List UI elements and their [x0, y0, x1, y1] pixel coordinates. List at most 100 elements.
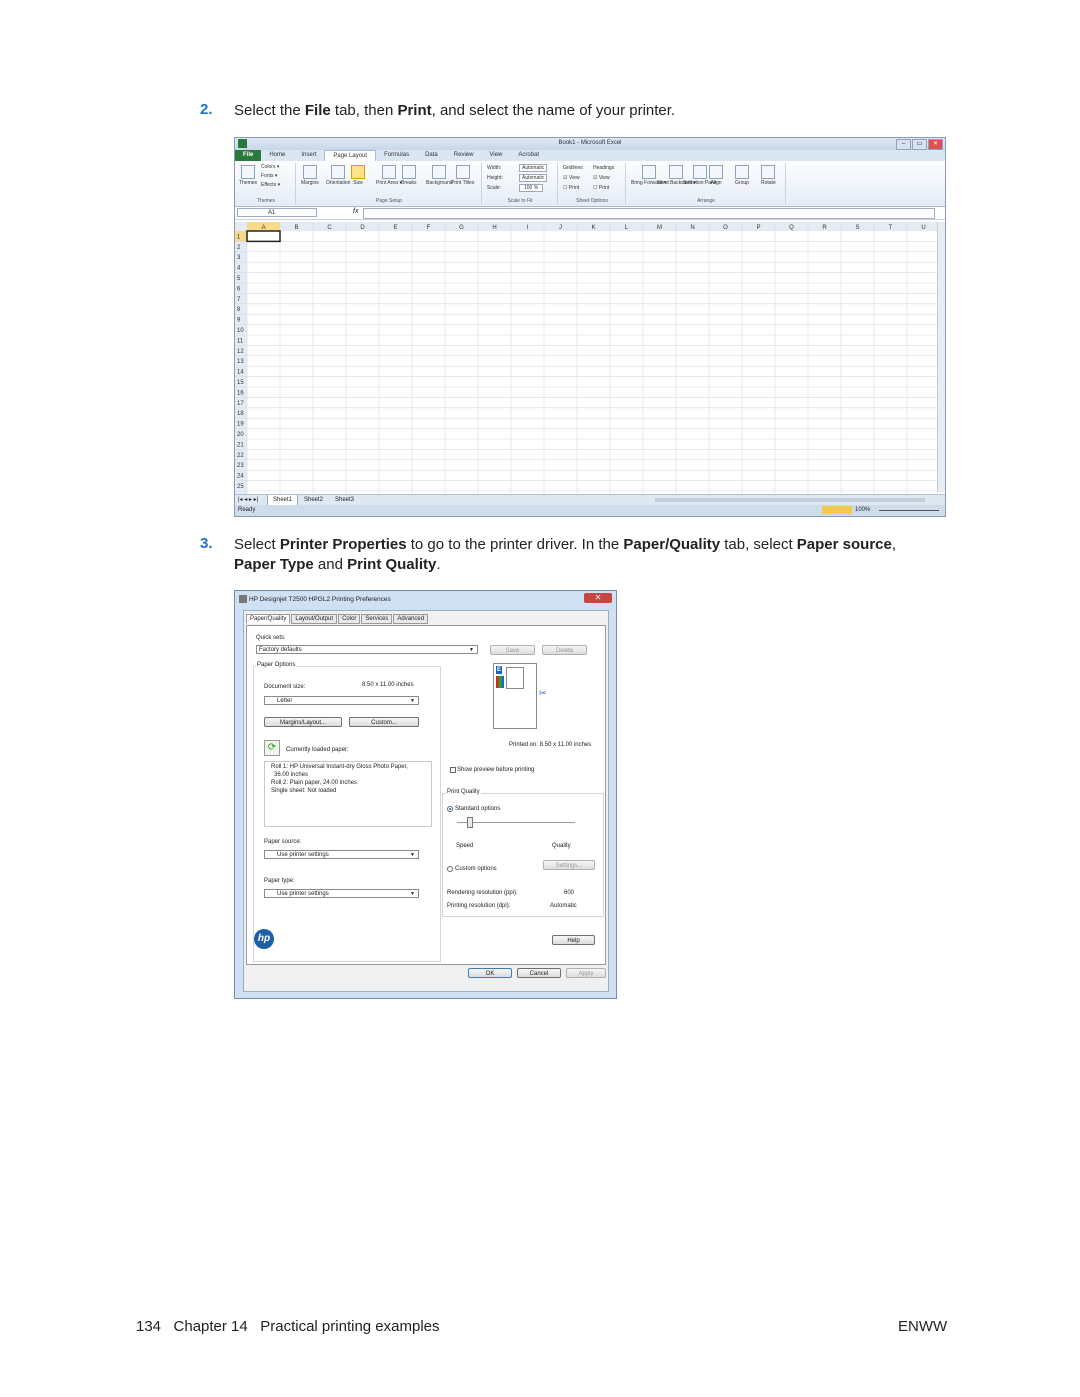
- maximize-icon[interactable]: ▭: [912, 139, 927, 150]
- width-select[interactable]: Automatic: [519, 164, 548, 172]
- column-header-T: T: [889, 225, 893, 231]
- step-3-segment: Printer Properties: [279, 536, 407, 553]
- ribbon-tab-home[interactable]: Home: [261, 150, 293, 161]
- settings-button[interactable]: Settings...: [543, 860, 595, 870]
- status-ready: Ready: [238, 507, 256, 513]
- excel-ribbon-tabs: File Home Insert Page Layout Formulas Data Rev…: [235, 150, 945, 161]
- column-header-K: K: [591, 225, 595, 231]
- minimize-icon[interactable]: –: [896, 139, 911, 150]
- document-size-value: 8.50 x 11.00 inches: [362, 682, 414, 688]
- dialog-close-button[interactable]: ✕: [584, 593, 612, 603]
- page-setup-size-button[interactable]: Size: [351, 165, 365, 186]
- dialog-body: Paper/Quality Layout/Output Color Servic…: [243, 610, 609, 992]
- step-2-segment: Print: [397, 102, 432, 119]
- printing-resolution-label: Printing resolution (dpi):: [447, 903, 511, 909]
- save-button[interactable]: Save: [490, 645, 535, 655]
- ribbon-tab-formulas[interactable]: Formulas: [376, 150, 417, 161]
- horizontal-scrollbar[interactable]: [655, 498, 925, 502]
- page-setup-background-button[interactable]: Background: [426, 165, 453, 186]
- cancel-button[interactable]: Cancel: [517, 968, 561, 978]
- quality-label: Quality: [552, 843, 571, 849]
- ribbon-tab-insert[interactable]: Insert: [293, 150, 324, 161]
- column-header-C: C: [327, 225, 332, 231]
- name-box[interactable]: A1: [237, 208, 317, 217]
- vertical-scrollbar[interactable]: [937, 222, 945, 492]
- quality-slider-thumb[interactable]: [467, 817, 473, 828]
- headings-print-check[interactable]: ☐ Print: [593, 185, 609, 191]
- loaded-line-4: Single sheet: Not loaded: [271, 788, 337, 794]
- row-header-24: 24: [237, 474, 244, 480]
- row-header-15: 15: [237, 380, 244, 386]
- margins-layout-button[interactable]: Margins/Layout...: [264, 717, 342, 727]
- themes-button[interactable]: Themes: [239, 165, 257, 186]
- ribbon-tab-review[interactable]: Review: [446, 150, 482, 161]
- help-button[interactable]: Help: [552, 935, 595, 945]
- page-setup-margins-button[interactable]: Margins: [301, 165, 319, 186]
- tab-services[interactable]: Services: [361, 614, 393, 624]
- effects-button[interactable]: Effects ▾: [261, 182, 280, 188]
- document-size-select[interactable]: Letter ▼: [264, 696, 419, 705]
- scale-input[interactable]: 100 %: [519, 184, 544, 192]
- page-setup-print-titles-button[interactable]: Print Titles: [451, 165, 474, 186]
- view-buttons[interactable]: [822, 506, 852, 514]
- step-3-number: 3.: [200, 535, 213, 552]
- ribbon-group-arrange: Bring Forward ▾ Send Backward ▾ Selection …: [627, 163, 786, 204]
- ribbon-group-scale: Width: Automatic Height: Automatic Scale…: [483, 163, 558, 204]
- gridlines-view-check[interactable]: ☑ View: [563, 175, 580, 181]
- custom-button[interactable]: Custom...: [349, 717, 419, 727]
- headings-view-check[interactable]: ☑ View: [593, 175, 610, 181]
- paper-source-select[interactable]: Use printer settings ▼: [264, 850, 419, 859]
- ribbon-tab-page-layout[interactable]: Page Layout: [324, 150, 377, 161]
- colors-button[interactable]: Colors ▾: [261, 164, 279, 170]
- fonts-button[interactable]: Fonts ▾: [261, 173, 277, 179]
- ribbon-tab-acrobat[interactable]: Acrobat: [510, 150, 547, 161]
- step-3-segment: and: [313, 556, 348, 573]
- gridlines-print-check[interactable]: ☐ Print: [563, 185, 579, 191]
- custom-options-radio[interactable]: [447, 866, 453, 872]
- standard-options-radio[interactable]: [447, 806, 453, 812]
- column-header-U: U: [921, 225, 925, 231]
- paper-quality-page: Quick sets: Factory defaults ▼ Save Delet…: [246, 625, 606, 965]
- ribbon-tab-view[interactable]: View: [481, 150, 510, 161]
- fx-icon[interactable]: fx: [353, 208, 358, 215]
- ok-button[interactable]: OK: [468, 968, 512, 978]
- formula-input[interactable]: [363, 208, 935, 219]
- sheet-tab-3[interactable]: Sheet3: [330, 495, 359, 505]
- show-preview-checkbox[interactable]: [450, 767, 456, 773]
- arrange-align-button[interactable]: Align: [709, 165, 723, 186]
- close-icon[interactable]: ✕: [928, 139, 943, 150]
- quality-slider-track[interactable]: [457, 822, 575, 823]
- tab-paper-quality[interactable]: Paper/Quality: [246, 614, 291, 624]
- page-setup-print-area-button[interactable]: Print Area ▾: [376, 165, 402, 186]
- ribbon-tab-file[interactable]: File: [235, 150, 262, 161]
- worksheet-grid[interactable]: A B C D E F G H I J K L M N O P Q R S T U1234567891011121314…: [235, 222, 937, 494]
- arrange-rotate-button[interactable]: Rotate: [761, 165, 776, 186]
- sheet-tab-2[interactable]: Sheet2: [299, 495, 328, 505]
- page-setup-breaks-button[interactable]: Breaks: [401, 165, 417, 186]
- row-header-23: 23: [237, 463, 244, 469]
- tab-color[interactable]: Color: [338, 614, 361, 624]
- height-select[interactable]: Automatic: [519, 174, 548, 182]
- tab-layout-output[interactable]: Layout/Output: [291, 614, 338, 624]
- loaded-line-2: 36.00 inches: [274, 772, 309, 778]
- apply-button[interactable]: Apply: [566, 968, 606, 978]
- sheet-nav-icon[interactable]: |◂ ◂ ▸ ▸|: [238, 495, 258, 505]
- row-header-13: 13: [237, 359, 244, 365]
- quick-sets-label: Quick sets:: [256, 635, 286, 641]
- zoom-level: 100%: [855, 507, 871, 513]
- tab-advanced[interactable]: Advanced: [393, 614, 429, 624]
- page-setup-orientation-button[interactable]: Orientation: [326, 165, 350, 186]
- custom-options-label: Custom options: [455, 866, 497, 872]
- step-2-segment: , and select the name of your printer.: [431, 102, 676, 119]
- active-cell-a1: [246, 230, 281, 243]
- rendering-resolution-value: 600: [564, 890, 575, 896]
- quick-sets-select[interactable]: Factory defaults ▼: [256, 645, 478, 654]
- refresh-icon[interactable]: ⟳: [264, 740, 280, 756]
- ribbon-tab-data[interactable]: Data: [417, 150, 446, 161]
- page-preview-icon: E: [493, 663, 537, 729]
- paper-type-select[interactable]: Use printer settings ▼: [264, 889, 419, 898]
- delete-button[interactable]: Delete: [542, 645, 587, 655]
- excel-ribbon: Themes Colors ▾ Fonts ▾ Effects ▾ Themes…: [235, 161, 945, 207]
- arrange-group-button[interactable]: Group: [735, 165, 749, 186]
- zoom-slider[interactable]: [879, 510, 939, 511]
